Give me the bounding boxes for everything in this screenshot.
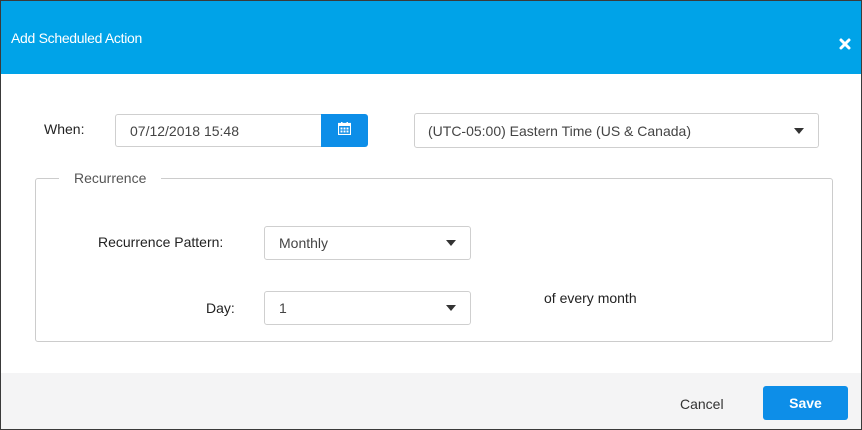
save-button[interactable]: Save (763, 386, 848, 420)
close-icon[interactable] (838, 37, 852, 51)
datetime-input[interactable]: 07/12/2018 15:48 (115, 114, 322, 147)
calendar-button[interactable] (321, 114, 368, 147)
chevron-down-icon (446, 305, 456, 311)
chevron-down-icon (446, 240, 456, 246)
dialog-header: Add Scheduled Action (1, 1, 861, 74)
chevron-down-icon (794, 127, 804, 134)
dialog-footer: Cancel Save (1, 373, 861, 429)
day-select[interactable]: 1 (264, 291, 471, 325)
timezone-value: (UTC-05:00) Eastern Time (US & Canada) (428, 122, 691, 139)
recurrence-pattern-select[interactable]: Monthly (264, 226, 471, 260)
add-scheduled-action-dialog: Add Scheduled Action When: 07/12/2018 15… (0, 0, 862, 430)
when-label: When: (44, 121, 85, 137)
day-label: Day: (206, 300, 235, 316)
calendar-icon (337, 121, 352, 140)
day-suffix-text: of every month (544, 290, 637, 306)
recurrence-pattern-label: Recurrence Pattern: (98, 234, 224, 250)
datetime-value: 07/12/2018 15:48 (130, 122, 239, 139)
cancel-button[interactable]: Cancel (680, 396, 724, 412)
timezone-select[interactable]: (UTC-05:00) Eastern Time (US & Canada) (414, 113, 819, 148)
recurrence-pattern-value: Monthly (279, 235, 329, 251)
recurrence-legend: Recurrence (74, 170, 147, 186)
dialog-title: Add Scheduled Action (11, 30, 142, 46)
day-value: 1 (279, 300, 287, 316)
